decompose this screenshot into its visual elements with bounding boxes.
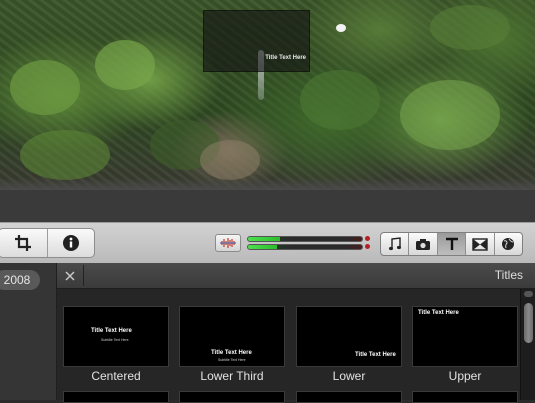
audio-adjust-button[interactable]	[215, 234, 241, 252]
viewer-bottom-band	[0, 178, 535, 190]
rocks	[200, 140, 260, 180]
titles-icon	[445, 237, 458, 250]
title-thumbnail[interactable]	[412, 391, 518, 403]
title-label: Lower Third	[200, 369, 264, 383]
title-label: Centered	[91, 369, 141, 383]
music-browser-button[interactable]	[381, 233, 410, 255]
audio-meter-left	[247, 236, 363, 242]
crop-icon	[15, 235, 31, 251]
white-bird	[336, 24, 346, 32]
music-icon	[388, 237, 401, 251]
foliage	[10, 60, 80, 115]
globe-icon	[502, 238, 515, 250]
foliage	[430, 5, 510, 50]
browser-segment	[380, 232, 523, 256]
year-item[interactable]: 2008	[0, 270, 40, 290]
event-library: 2008	[0, 263, 57, 400]
thumbnail-subtitle-text: Subtitle Text Here	[218, 358, 246, 362]
title-label: Upper	[448, 369, 482, 383]
titles-browser-button[interactable]	[437, 233, 467, 255]
titles-browser-panel: Titles Title Text Here Subtitle Text Her…	[57, 263, 535, 403]
thumbnail-title-text: Title Text Here	[418, 310, 459, 316]
audio-meter-right	[247, 244, 363, 250]
overlay-title-text: Title Text Here	[265, 55, 306, 61]
title-thumbnail[interactable]: Title Text Here Subtitle Text Here	[179, 306, 285, 367]
clip-indicator	[365, 244, 370, 249]
thumbnail-title-text: Title Text Here	[211, 350, 252, 356]
viewer-gap	[0, 190, 535, 222]
scrollbar-thumb[interactable]	[524, 303, 533, 343]
foliage	[20, 130, 110, 180]
crop-button[interactable]	[0, 229, 47, 257]
photo-browser-button[interactable]	[409, 233, 438, 255]
thumbnail-title-text: Title Text Here	[91, 328, 132, 334]
waveform-icon	[220, 238, 236, 248]
vertical-scrollbar[interactable]	[520, 289, 535, 400]
thumbnail-subtitle-text: Subtitle Text Here	[101, 338, 129, 342]
info-icon	[63, 235, 79, 251]
title-thumbnail[interactable]	[296, 391, 402, 403]
camera-icon	[416, 238, 431, 250]
title-label: Lower	[332, 369, 366, 383]
panel-header: Titles	[57, 263, 535, 289]
foliage	[95, 40, 155, 90]
maps-browser-button[interactable]	[495, 233, 522, 255]
left-tool-segment	[0, 228, 95, 258]
title-thumbnail[interactable]: Title Text Here	[412, 306, 518, 367]
transitions-browser-button[interactable]	[466, 233, 495, 255]
audio-level-meters	[247, 235, 373, 253]
close-icon	[65, 270, 75, 281]
info-button[interactable]	[48, 229, 94, 257]
title-thumbnail[interactable]	[179, 391, 285, 403]
title-overlay-box[interactable]: Title Text Here	[203, 10, 310, 72]
scroll-cap	[524, 291, 533, 297]
title-thumbnail[interactable]: Title Text Here Subtitle Text Here	[63, 306, 169, 367]
close-button[interactable]	[57, 265, 84, 286]
foliage	[300, 70, 380, 130]
clip-indicator	[365, 236, 370, 241]
titles-grid: Title Text Here Subtitle Text Here Cente…	[57, 289, 519, 403]
panel-title: Titles	[494, 268, 523, 282]
video-preview[interactable]: Title Text Here	[0, 0, 535, 190]
title-thumbnail[interactable]	[63, 391, 169, 403]
title-thumbnail[interactable]: Title Text Here	[296, 306, 402, 367]
thumbnail-title-text: Title Text Here	[355, 352, 396, 358]
foliage	[400, 80, 500, 150]
toolbar	[0, 222, 535, 265]
transitions-icon	[472, 237, 488, 251]
